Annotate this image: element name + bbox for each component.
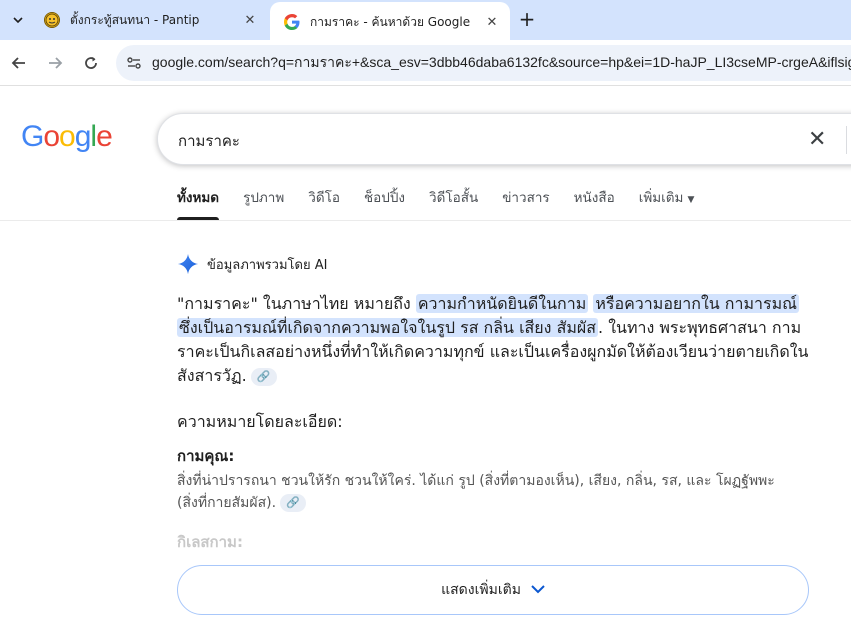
back-arrow-icon[interactable] [6,50,32,76]
ai-overview-label: ข้อมูลภาพรวมโดย AI [207,257,328,273]
address-bar[interactable]: google.com/search?q=กามราคะ+&sca_esv=3db… [116,45,851,81]
tab-title: ตั้งกระทู้สนทนา - Pantip [70,12,200,27]
close-tab-icon[interactable]: ✕ [482,12,502,32]
text-run: สิ่งที่น่าปรารถนา ชวนให้รัก ชวนให้ใคร่. … [177,473,775,511]
show-more-button[interactable]: แสดงเพิ่มเติม [177,565,809,615]
tab-short-videos[interactable]: วิดีโอสั้น [429,186,478,220]
tab-strip: ตั้งกระทู้สนทนา - Pantip ✕ กามราคะ - ค้น… [0,0,851,42]
divider [846,126,847,154]
google-g-icon [284,14,300,30]
text-run: "กามราคะ" ในภาษาไทย หมายถึง [177,294,416,313]
tab-title: กามราคะ - ค้นหาด้วย Google [310,14,471,29]
tab-pantip[interactable]: ตั้งกระทู้สนทนา - Pantip ✕ [36,0,268,40]
ai-overview-text: "กามราคะ" ในภาษาไทย หมายถึง ความกำหนัดยิ… [177,292,817,388]
tab-search-icon[interactable] [6,8,30,32]
google-logo[interactable]: Google [21,120,113,154]
highlight-span[interactable]: หรือความอยากใน กามารมณ์ [593,294,799,313]
link-icon[interactable]: 🔗 [280,494,307,512]
search-box[interactable]: กามราคะ ✕ [157,113,851,165]
search-input[interactable]: กามราคะ [178,129,240,153]
tab-all[interactable]: ทั้งหมด [177,186,220,220]
show-more-label: แสดงเพิ่มเติม [441,582,521,598]
faded-term-heading: กิเลสกาม: [177,533,243,551]
site-settings-icon[interactable] [116,45,152,81]
reload-icon[interactable] [78,50,104,76]
highlight-span[interactable]: ความกำหนัดยินดีในกาม [415,294,589,313]
browser-toolbar: google.com/search?q=กามราคะ+&sca_esv=3db… [0,40,851,86]
caret-down-icon: ▼ [687,195,695,205]
tab-shopping[interactable]: ช็อปปิ้ง [364,186,405,220]
tab-more[interactable]: เพิ่มเติม ▼ [639,186,695,220]
close-tab-icon[interactable]: ✕ [240,10,260,30]
url-text: google.com/search?q=กามราคะ+&sca_esv=3db… [152,54,851,70]
tab-images[interactable]: รูปภาพ [243,186,284,220]
tab-news[interactable]: ข่าวสาร [502,186,549,220]
search-nav-tabs: ทั้งหมด รูปภาพ วิดีโอ ช็อปปิ้ง วิดีโอสั้… [177,186,718,220]
ai-overview-header: ข้อมูลภาพรวมโดย AI [177,253,327,275]
tab-google[interactable]: กามราคะ - ค้นหาด้วย Google ✕ [270,2,510,42]
subheading: ความหมายโดยละเอียด: [177,412,343,431]
tab-more-label: เพิ่มเติม [638,190,684,206]
pantip-icon [44,12,60,28]
tab-books[interactable]: หนังสือ [574,186,615,220]
highlight-span[interactable]: ซึ่งเป็นอารมณ์ที่เกิดจากความพอใจในรูป รส… [177,318,599,337]
link-icon[interactable]: 🔗 [250,367,277,386]
tab-videos[interactable]: วิดีโอ [308,186,340,220]
term-heading: กามคุณ: [177,447,235,465]
clear-search-icon[interactable]: ✕ [808,127,826,152]
forward-arrow-icon[interactable] [42,50,68,76]
gemini-sparkle-icon [177,253,199,275]
nav-divider [0,220,851,221]
new-tab-plus-icon[interactable]: + [516,9,538,31]
chevron-down-icon [531,582,545,598]
term-description: สิ่งที่น่าปรารถนา ชวนให้รัก ชวนให้ใคร่. … [177,470,797,514]
